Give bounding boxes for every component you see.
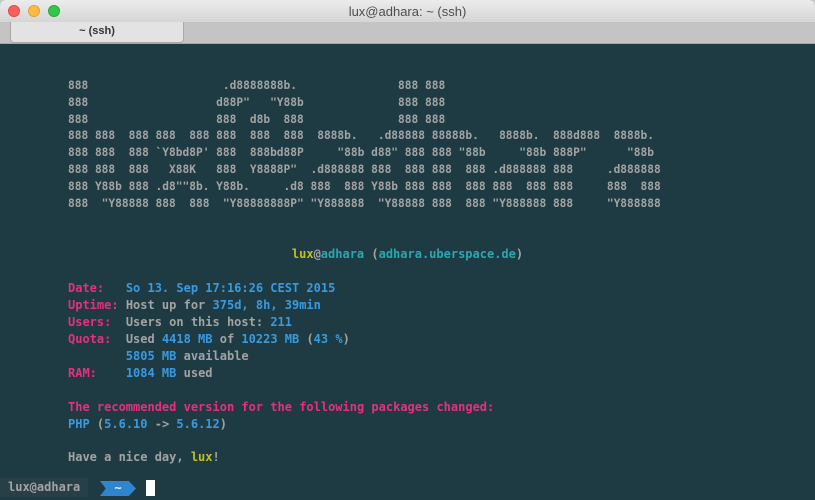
host-line: lux@adhara (adhara.uberspace.de) bbox=[0, 246, 815, 263]
package-new-version: 5.6.12 bbox=[176, 417, 220, 431]
title-bar: lux@adhara: ~ (ssh) bbox=[0, 0, 815, 23]
shell-prompt[interactable]: lux@adhara ~ bbox=[0, 478, 815, 497]
ram-label: RAM: bbox=[68, 366, 97, 380]
ascii-banner: 888 .d8888888b. 888 888 888 d88P" "Y88b … bbox=[68, 79, 661, 210]
ram-line: RAM: 1084 MB used bbox=[68, 365, 213, 382]
host-close-paren: ) bbox=[515, 247, 524, 261]
date-label: Date: bbox=[68, 281, 105, 295]
host-open-paren: ( bbox=[364, 247, 379, 261]
quota-label: Quota: bbox=[68, 332, 112, 346]
uptime-line: Uptime: Host up for 375d, 8h, 39min bbox=[68, 297, 321, 314]
farewell-bang: ! bbox=[212, 450, 220, 464]
ram-suffix: used bbox=[176, 366, 213, 380]
terminal-content[interactable]: 888 .d8888888b. 888 888 888 d88P" "Y88b … bbox=[0, 44, 815, 500]
tab-ssh[interactable]: ~ (ssh) bbox=[10, 22, 184, 43]
package-name: PHP bbox=[68, 417, 97, 431]
farewell-line: Have a nice day, lux! bbox=[68, 449, 220, 466]
tab-bar: ~ (ssh) bbox=[0, 22, 815, 44]
quota-used: 4418 MB bbox=[161, 332, 213, 346]
ram-value: 1084 MB bbox=[125, 366, 177, 380]
uptime-value: 375d, 8h, 39min bbox=[212, 298, 321, 312]
quota-line: Quota: Used 4418 MB of 10223 MB (43 %) bbox=[68, 331, 350, 348]
terminal-window: lux@adhara: ~ (ssh) ~ (ssh) 888 .d888888… bbox=[0, 0, 815, 500]
farewell-text: Have a nice day, bbox=[68, 450, 191, 464]
quota-close-paren: ) bbox=[342, 332, 350, 346]
uptime-label: Uptime: bbox=[68, 298, 119, 312]
date-line: Date: So 13. Sep 17:16:26 CEST 2015 bbox=[68, 280, 335, 297]
prompt-directory: ~ bbox=[100, 481, 136, 496]
host-user: lux bbox=[291, 247, 314, 261]
quota-of: of bbox=[212, 332, 242, 346]
host-at: @ bbox=[313, 247, 321, 261]
package-old-version: 5.6.10 bbox=[104, 417, 148, 431]
prompt-user-host: lux@adhara bbox=[0, 478, 89, 497]
quota-open-paren: ( bbox=[299, 332, 314, 346]
host-name: adhara bbox=[320, 247, 365, 261]
quota-percent: 43 % bbox=[313, 332, 343, 346]
users-line: Users: Users on this host: 211 bbox=[68, 314, 292, 331]
quota-available-word: available bbox=[176, 349, 249, 363]
date-value: So 13. Sep 17:16:26 CEST 2015 bbox=[125, 281, 336, 295]
host-domain: adhara.uberspace.de bbox=[378, 247, 516, 261]
users-label: Users: bbox=[68, 315, 112, 329]
window-title: lux@adhara: ~ (ssh) bbox=[348, 4, 467, 19]
uptime-prefix: Host up for bbox=[125, 298, 213, 312]
quota-used-word: Used bbox=[125, 332, 162, 346]
text-cursor bbox=[146, 480, 155, 496]
quota-available-line: 5805 MB available bbox=[68, 348, 249, 365]
users-value: 211 bbox=[270, 315, 292, 329]
package-arrow: -> bbox=[147, 417, 177, 431]
users-prefix: Users on this host: bbox=[125, 315, 271, 329]
package-line: PHP (5.6.10 -> 5.6.12) bbox=[68, 416, 227, 433]
quota-total: 10223 MB bbox=[241, 332, 300, 346]
quota-available: 5805 MB bbox=[125, 349, 177, 363]
farewell-user: lux bbox=[190, 450, 213, 464]
packages-heading: The recommended version for the followin… bbox=[68, 400, 495, 414]
package-close-paren: ) bbox=[219, 417, 227, 431]
